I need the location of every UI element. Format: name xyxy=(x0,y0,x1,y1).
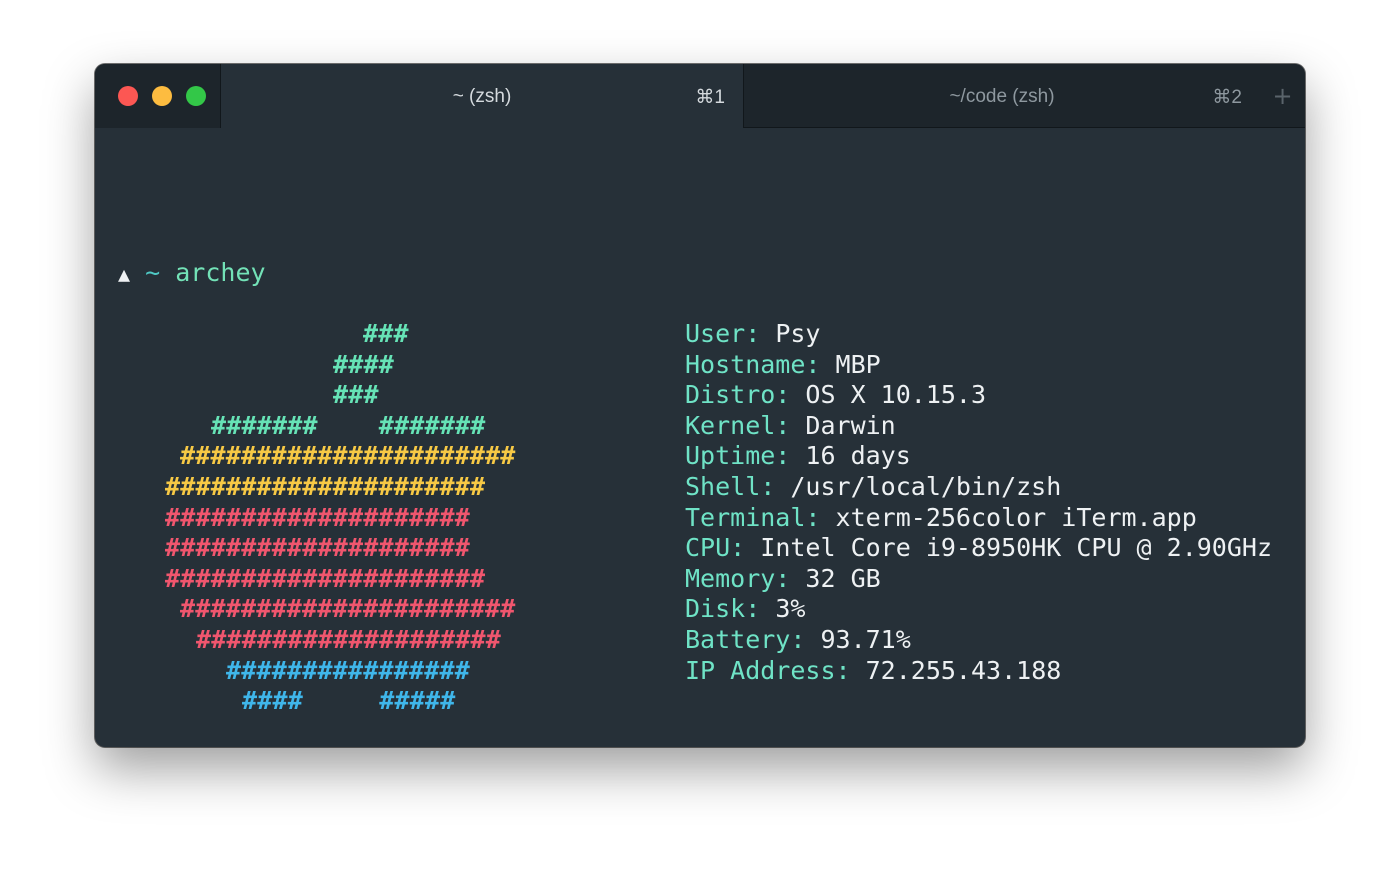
prompt-command: archey xyxy=(175,258,266,287)
info-key: Memory: xyxy=(685,563,791,593)
info-value: 72.255.43.188 xyxy=(850,655,1062,685)
logo-line: ### xyxy=(333,380,379,410)
info-key: Kernel: xyxy=(685,410,791,440)
info-key: User: xyxy=(685,319,761,348)
info-line: IP Address: 72.255.43.188 xyxy=(685,656,1061,686)
info-line: User: Psy xyxy=(685,319,820,349)
info-key: CPU: xyxy=(685,533,746,563)
info-key: Distro: xyxy=(685,380,791,410)
logo-line: ####### ####### xyxy=(211,410,486,440)
info-line: Battery: 93.71% xyxy=(685,625,911,655)
tab-code-zsh[interactable]: ~/code (zsh) ⌘2 xyxy=(744,64,1260,128)
logo-line: #### xyxy=(333,349,395,379)
info-line: Hostname: MBP xyxy=(685,350,881,380)
info-key: IP Address: xyxy=(685,655,851,685)
logo-line: ##################### xyxy=(165,472,486,501)
prompt-arrow-icon: ▲ xyxy=(118,262,131,286)
close-button[interactable] xyxy=(118,86,138,106)
info-key: Terminal: xyxy=(685,502,821,532)
info-value: Psy xyxy=(760,319,821,348)
info-key: Hostname: xyxy=(685,349,821,379)
info-key: Disk: xyxy=(685,594,761,624)
info-line: Memory: 32 GB xyxy=(685,564,881,594)
prompt-line: ▲ ~ archey xyxy=(118,258,266,289)
info-value: 3% xyxy=(760,594,806,624)
window-controls xyxy=(95,64,221,128)
info-value: 93.71% xyxy=(805,625,911,654)
info-value: MBP xyxy=(820,349,881,379)
tab-zsh[interactable]: ~ (zsh) ⌘1 xyxy=(221,64,744,128)
info-line: Distro: OS X 10.15.3 xyxy=(685,380,986,410)
info-line: Terminal: xterm-256color iTerm.app xyxy=(685,503,1197,533)
info-line: Shell: /usr/local/bin/zsh xyxy=(685,472,1061,502)
logo-line: #################### xyxy=(165,533,471,563)
minimize-button[interactable] xyxy=(152,86,172,106)
tab-shortcut: ⌘1 xyxy=(695,87,725,108)
info-value: 16 days xyxy=(790,441,911,471)
info-line: Uptime: 16 days xyxy=(685,441,911,471)
logo-line: #################### xyxy=(165,502,471,532)
logo-line: #### ##### xyxy=(242,686,456,716)
title-bar: ~ (zsh) ⌘1 ~/code (zsh) ⌘2 + xyxy=(95,64,1305,128)
info-key: Battery: xyxy=(685,625,806,654)
logo-line: ##################### xyxy=(165,563,486,593)
info-value: OS X 10.15.3 xyxy=(790,380,987,410)
info-line: Disk: 3% xyxy=(685,594,805,624)
terminal-content[interactable]: ▲ ~ archey ### #### ### ####### ####### ####… xyxy=(95,128,1305,747)
info-line: CPU: Intel Core i9-8950HK CPU @ 2.90GHz xyxy=(685,533,1272,563)
terminal-window: ~ (zsh) ⌘1 ~/code (zsh) ⌘2 + ▲ ~ archey … xyxy=(95,64,1305,747)
logo-line: ###################### xyxy=(180,594,516,624)
tab-shortcut: ⌘2 xyxy=(1212,87,1242,108)
info-value: xterm-256color iTerm.app xyxy=(820,502,1197,532)
logo-line: ### xyxy=(363,319,409,348)
info-value: Intel Core i9-8950HK CPU @ 2.90GHz xyxy=(745,533,1273,563)
prompt-directory: ~ xyxy=(145,258,161,287)
info-value: 32 GB xyxy=(790,563,881,593)
new-tab-icon[interactable]: + xyxy=(1260,64,1305,128)
logo-line: ###################### xyxy=(180,441,516,471)
info-value: /usr/local/bin/zsh xyxy=(775,472,1062,501)
tab-title: ~ (zsh) xyxy=(452,86,512,107)
info-value: Darwin xyxy=(790,410,896,440)
zoom-button[interactable] xyxy=(186,86,206,106)
tab-title: ~/code (zsh) xyxy=(949,86,1055,107)
info-key: Uptime: xyxy=(685,441,791,471)
logo-line: #################### xyxy=(196,625,502,654)
info-key: Shell: xyxy=(685,472,776,501)
info-line: Kernel: Darwin xyxy=(685,411,896,441)
logo-line: ################ xyxy=(226,655,471,685)
